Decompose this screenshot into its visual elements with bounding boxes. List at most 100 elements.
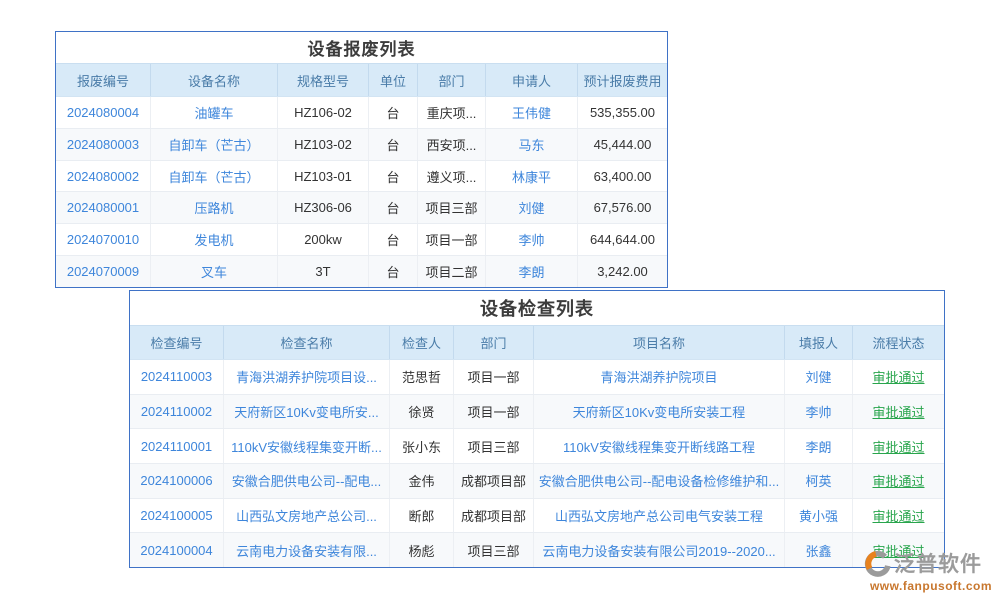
cell-text: 重庆项...	[418, 97, 486, 128]
cell-text: 项目三部	[418, 192, 486, 223]
cell-text: 金伟	[390, 464, 454, 498]
cell-link[interactable]: 自卸车（芒古）	[151, 161, 278, 192]
cell-link[interactable]: 压路机	[151, 192, 278, 223]
cell-link[interactable]: 110kV安徽线程集变开断线路工程	[534, 429, 785, 463]
cell-link[interactable]: 安徽合肥供电公司--配电设备检修维护和...	[534, 464, 785, 498]
cell-link[interactable]: 2024080003	[56, 129, 151, 160]
column-header: 单位	[369, 64, 418, 96]
scrap-list-header-row: 报废编号设备名称规格型号单位部门申请人预计报废费用	[56, 63, 667, 97]
cell-link[interactable]: 2024080002	[56, 161, 151, 192]
cell-text: 台	[369, 224, 418, 255]
cell-text: 张小东	[390, 429, 454, 463]
cell-text: 项目三部	[454, 533, 534, 567]
cell-link[interactable]: 柯英	[785, 464, 853, 498]
cell-link[interactable]: 2024070010	[56, 224, 151, 255]
cell-text: 西安项...	[418, 129, 486, 160]
cell-link[interactable]: 110kV安徽线程集变开断...	[224, 429, 390, 463]
cell-text: 台	[369, 129, 418, 160]
fanpusoft-watermark: 泛普软件 www.fanpusoft.com	[864, 548, 998, 593]
cell-link[interactable]: 2024110001	[130, 429, 224, 463]
cell-link[interactable]: 2024110002	[130, 395, 224, 429]
table-row: 2024100004云南电力设备安装有限...杨彪项目三部云南电力设备安装有限公…	[130, 532, 944, 567]
cell-text: 断郎	[390, 499, 454, 533]
cell-link[interactable]: 刘健	[785, 360, 853, 394]
cell-link[interactable]: 云南电力设备安装有限...	[224, 533, 390, 567]
cell-text: 45,444.00	[578, 129, 667, 160]
cell-link[interactable]: 林康平	[486, 161, 578, 192]
status-link[interactable]: 审批通过	[853, 395, 944, 429]
cell-text: HZ103-01	[278, 161, 369, 192]
column-header: 检查编号	[130, 326, 224, 359]
cell-link[interactable]: 云南电力设备安装有限公司2019--2020...	[534, 533, 785, 567]
cell-text: 杨彪	[390, 533, 454, 567]
cell-text: 成都项目部	[454, 499, 534, 533]
cell-link[interactable]: 刘健	[486, 192, 578, 223]
cell-link[interactable]: 李朗	[486, 256, 578, 287]
cell-link[interactable]: 天府新区10Kv变电所安...	[224, 395, 390, 429]
cell-link[interactable]: 山西弘文房地产总公司...	[224, 499, 390, 533]
table-row: 2024110002天府新区10Kv变电所安...徐贤项目一部天府新区10Kv变…	[130, 394, 944, 429]
cell-link[interactable]: 叉车	[151, 256, 278, 287]
cell-link[interactable]: 2024110003	[130, 360, 224, 394]
table-row: 2024100006安徽合肥供电公司--配电...金伟成都项目部安徽合肥供电公司…	[130, 463, 944, 498]
table-row: 2024070010发电机200kw台项目一部李帅644,644.00	[56, 223, 667, 255]
cell-text: 台	[369, 192, 418, 223]
cell-text: 项目二部	[418, 256, 486, 287]
cell-link[interactable]: 青海洪湖养护院项目设...	[224, 360, 390, 394]
inspection-list-title: 设备检查列表	[130, 291, 944, 325]
cell-text: 台	[369, 256, 418, 287]
cell-link[interactable]: 2024080001	[56, 192, 151, 223]
column-header: 规格型号	[278, 64, 369, 96]
table-row: 2024080004油罐车HZ106-02台重庆项...王伟健535,355.0…	[56, 97, 667, 128]
cell-text: 项目一部	[454, 360, 534, 394]
column-header: 预计报废费用	[578, 64, 667, 96]
cell-link[interactable]: 发电机	[151, 224, 278, 255]
cell-text: 3,242.00	[578, 256, 667, 287]
cell-link[interactable]: 2024100005	[130, 499, 224, 533]
cell-link[interactable]: 2024080004	[56, 97, 151, 128]
cell-link[interactable]: 李帅	[486, 224, 578, 255]
cell-text: 63,400.00	[578, 161, 667, 192]
cell-link[interactable]: 山西弘文房地产总公司电气安装工程	[534, 499, 785, 533]
inspection-list-table: 设备检查列表 检查编号检查名称检查人部门项目名称填报人流程状态 20241100…	[129, 290, 945, 568]
cell-text: 535,355.00	[578, 97, 667, 128]
cell-text: 范思哲	[390, 360, 454, 394]
status-link[interactable]: 审批通过	[853, 464, 944, 498]
cell-link[interactable]: 安徽合肥供电公司--配电...	[224, 464, 390, 498]
brand-name: 泛普软件	[894, 548, 982, 578]
cell-link[interactable]: 2024100004	[130, 533, 224, 567]
cell-link[interactable]: 青海洪湖养护院项目	[534, 360, 785, 394]
cell-link[interactable]: 黄小强	[785, 499, 853, 533]
cell-text: 成都项目部	[454, 464, 534, 498]
cell-text: HZ103-02	[278, 129, 369, 160]
status-link[interactable]: 审批通过	[853, 429, 944, 463]
column-header: 检查名称	[224, 326, 390, 359]
cell-link[interactable]: 天府新区10Kv变电所安装工程	[534, 395, 785, 429]
cell-link[interactable]: 2024070009	[56, 256, 151, 287]
cell-link[interactable]: 油罐车	[151, 97, 278, 128]
table-row: 2024080003自卸车（芒古）HZ103-02台西安项...马东45,444…	[56, 128, 667, 160]
cell-text: HZ306-06	[278, 192, 369, 223]
table-row: 2024070009叉车3T台项目二部李朗3,242.00	[56, 255, 667, 287]
status-link[interactable]: 审批通过	[853, 360, 944, 394]
status-link[interactable]: 审批通过	[853, 499, 944, 533]
column-header: 检查人	[390, 326, 454, 359]
cell-link[interactable]: 李帅	[785, 395, 853, 429]
cell-link[interactable]: 马东	[486, 129, 578, 160]
scrap-list-title: 设备报废列表	[56, 32, 667, 63]
column-header: 设备名称	[151, 64, 278, 96]
cell-text: 项目一部	[454, 395, 534, 429]
table-row: 2024110001110kV安徽线程集变开断...张小东项目三部110kV安徽…	[130, 428, 944, 463]
scrap-list-table: 设备报废列表 报废编号设备名称规格型号单位部门申请人预计报废费用 2024080…	[55, 31, 668, 288]
table-row: 2024080001压路机HZ306-06台项目三部刘健67,576.00	[56, 191, 667, 223]
cell-text: 台	[369, 97, 418, 128]
column-header: 部门	[418, 64, 486, 96]
brand-url: www.fanpusoft.com	[864, 579, 998, 593]
cell-link[interactable]: 张鑫	[785, 533, 853, 567]
cell-link[interactable]: 王伟健	[486, 97, 578, 128]
cell-link[interactable]: 自卸车（芒古）	[151, 129, 278, 160]
cell-link[interactable]: 2024100006	[130, 464, 224, 498]
column-header: 申请人	[486, 64, 578, 96]
cell-link[interactable]: 李朗	[785, 429, 853, 463]
cell-text: 3T	[278, 256, 369, 287]
